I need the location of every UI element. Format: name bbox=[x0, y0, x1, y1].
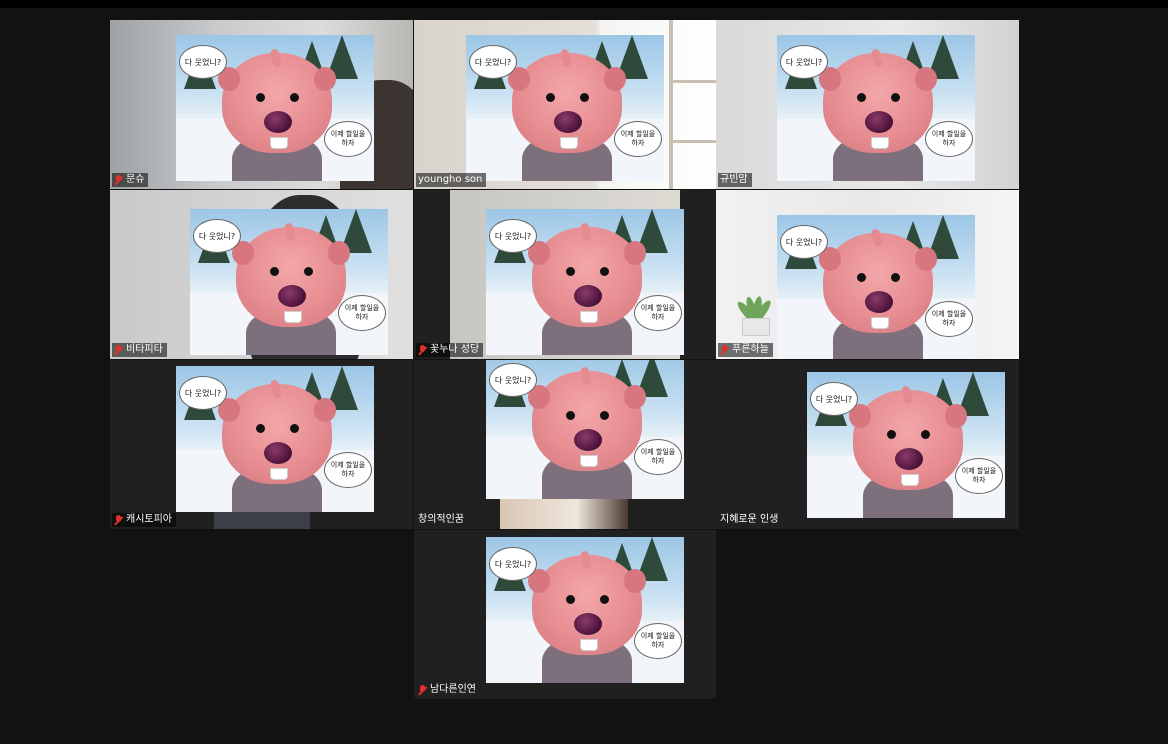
participant-name: 비타피타 bbox=[126, 344, 163, 355]
participant-name-label: 문슈 bbox=[112, 173, 149, 187]
video-frame: 다 웃었니? 이제 할일을 하자 bbox=[466, 35, 664, 181]
participant-tile-8[interactable]: 다 웃었니? 이제 할일을 하자 창의적인꿈 bbox=[414, 360, 716, 529]
microphone-muted-icon bbox=[418, 684, 427, 696]
microphone-muted-icon bbox=[114, 514, 123, 526]
character-avatar bbox=[232, 217, 350, 355]
video-frame: 다 웃었니? 이제 할일을 하자 bbox=[176, 35, 374, 181]
microphone-muted-icon bbox=[720, 344, 729, 356]
character-avatar bbox=[819, 43, 937, 181]
bookshelf-shelf bbox=[669, 140, 716, 143]
character-avatar bbox=[218, 43, 336, 181]
participant-tile-10[interactable]: 다 웃었니? 이제 할일을 하자 남다른인연 bbox=[414, 530, 716, 699]
participant-name-label: 푸른하늘 bbox=[718, 343, 773, 357]
participant-tile-5[interactable]: 다 웃었니? 이제 할일을 하자 꽃누나 성당 bbox=[414, 190, 716, 359]
participant-name-label: 꽃누나 성당 bbox=[416, 343, 484, 357]
speech-bubble-question: 다 웃었니? bbox=[489, 219, 537, 253]
participant-tile-3[interactable]: 다 웃었니? 이제 할일을 하자 규빈맘 bbox=[716, 20, 1019, 189]
microphone-muted-icon bbox=[114, 174, 123, 186]
participant-name: 꽃누나 성당 bbox=[430, 344, 480, 355]
top-bar bbox=[0, 0, 1168, 8]
speech-bubble-question: 다 웃었니? bbox=[193, 219, 241, 253]
character-avatar bbox=[218, 374, 336, 512]
bookshelf-shelf bbox=[669, 80, 716, 83]
participant-name: 문슈 bbox=[126, 174, 145, 185]
video-frame: 다 웃었니? 이제 할일을 하자 bbox=[176, 366, 374, 512]
character-avatar bbox=[819, 223, 937, 359]
participant-name: 규빈맘 bbox=[720, 174, 748, 185]
character-avatar bbox=[849, 380, 967, 518]
speech-bubble-answer: 이제 할일을 하자 bbox=[634, 439, 682, 475]
microphone-muted-icon bbox=[418, 344, 427, 356]
participant-name-label: 규빈맘 bbox=[718, 173, 752, 187]
speech-bubble-question: 다 웃었니? bbox=[489, 547, 537, 581]
participant-name: 지혜로운 인생 bbox=[720, 514, 779, 525]
participant-name-label: 캐시토피아 bbox=[112, 513, 176, 527]
participant-name: youngho son bbox=[418, 174, 483, 185]
speech-bubble-question: 다 웃었니? bbox=[179, 376, 227, 410]
video-frame: 다 웃었니? 이제 할일을 하자 bbox=[777, 35, 975, 181]
speech-bubble-question: 다 웃었니? bbox=[469, 45, 517, 79]
speech-bubble-question: 다 웃었니? bbox=[780, 45, 828, 79]
character-avatar bbox=[528, 217, 646, 355]
speech-bubble-question: 다 웃었니? bbox=[179, 45, 227, 79]
participant-name-label: 남다른인연 bbox=[416, 683, 480, 697]
video-frame: 다 웃었니? 이제 할일을 하자 bbox=[777, 215, 975, 359]
video-frame: 다 웃었니? 이제 할일을 하자 bbox=[486, 360, 684, 499]
speech-bubble-answer: 이제 할일을 하자 bbox=[338, 295, 386, 331]
character-avatar bbox=[508, 43, 626, 181]
character-avatar bbox=[528, 545, 646, 683]
participant-tile-1[interactable]: 다 웃었니? 이제 할일을 하자 문슈 bbox=[110, 20, 413, 189]
participant-name-label: 창의적인꿈 bbox=[416, 513, 468, 527]
bookshelf bbox=[669, 20, 673, 189]
plant bbox=[728, 290, 782, 336]
participant-tile-9[interactable]: 다 웃었니? 이제 할일을 하자 지혜로운 인생 bbox=[716, 360, 1019, 529]
speech-bubble-answer: 이제 할일을 하자 bbox=[614, 121, 662, 157]
participant-name: 푸른하늘 bbox=[732, 344, 769, 355]
camera-background bbox=[500, 498, 628, 529]
participant-tile-4[interactable]: 다 웃었니? 이제 할일을 하자 비타피타 bbox=[110, 190, 413, 359]
participant-name: 남다른인연 bbox=[430, 684, 476, 695]
participant-name: 캐시토피아 bbox=[126, 514, 172, 525]
speech-bubble-answer: 이제 할일을 하자 bbox=[634, 623, 682, 659]
video-frame: 다 웃었니? 이제 할일을 하자 bbox=[190, 209, 388, 355]
participant-name-label: 지혜로운 인생 bbox=[718, 513, 782, 527]
video-frame: 다 웃었니? 이제 할일을 하자 bbox=[486, 209, 684, 355]
speech-bubble-question: 다 웃었니? bbox=[780, 225, 828, 259]
speech-bubble-question: 다 웃었니? bbox=[810, 382, 858, 416]
participant-name-label: youngho son bbox=[416, 173, 487, 187]
participant-tile-6-active-speaker[interactable]: 다 웃었니? 이제 할일을 하자 푸른하늘 bbox=[716, 190, 1019, 359]
participant-name: 창의적인꿈 bbox=[418, 514, 464, 525]
speech-bubble-answer: 이제 할일을 하자 bbox=[634, 295, 682, 331]
participant-tile-7[interactable]: 다 웃었니? 이제 할일을 하자 캐시토피아 bbox=[110, 360, 413, 529]
speech-bubble-answer: 이제 할일을 하자 bbox=[955, 458, 1003, 494]
participant-name-label: 비타피타 bbox=[112, 343, 167, 357]
speech-bubble-answer: 이제 할일을 하자 bbox=[324, 452, 372, 488]
microphone-muted-icon bbox=[114, 344, 123, 356]
video-frame: 다 웃었니? 이제 할일을 하자 bbox=[486, 537, 684, 683]
speech-bubble-answer: 이제 할일을 하자 bbox=[925, 121, 973, 157]
speech-bubble-answer: 이제 할일을 하자 bbox=[324, 121, 372, 157]
character-avatar bbox=[528, 361, 646, 499]
participant-tile-2[interactable]: 다 웃었니? 이제 할일을 하자 youngho son bbox=[414, 20, 716, 189]
speech-bubble-answer: 이제 할일을 하자 bbox=[925, 301, 973, 337]
video-frame: 다 웃었니? 이제 할일을 하자 bbox=[807, 372, 1005, 518]
speech-bubble-question: 다 웃었니? bbox=[489, 363, 537, 397]
